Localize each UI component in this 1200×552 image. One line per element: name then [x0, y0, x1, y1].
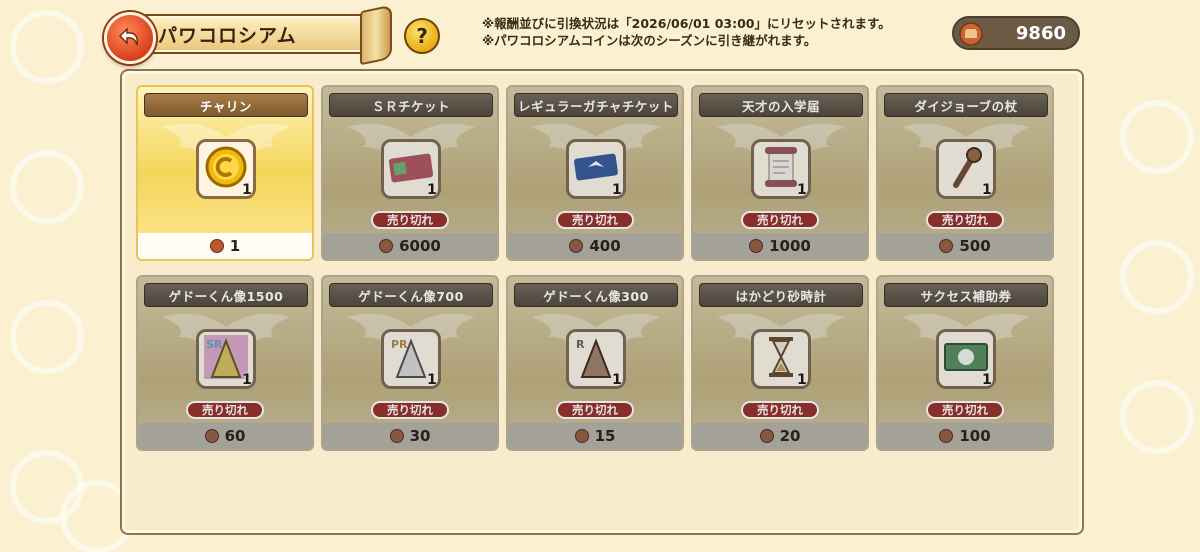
back-arrow-icon — [118, 27, 139, 46]
shop-item-card[interactable]: はかどり砂時計 1 売り切れ 20 — [691, 275, 869, 451]
scroll-icon — [761, 145, 801, 193]
sold-out-badge: 売り切れ — [926, 211, 1004, 229]
item-name: ＳＲチケット — [329, 93, 493, 117]
price-bar: 1000 — [693, 233, 867, 259]
notice-line-1: ※報酬並びに引換状況は「2026/06/01 03:00」にリセットされます。 — [482, 16, 891, 31]
shop-item-card[interactable]: ゲドーくん像300 R 1 売り切れ 15 — [506, 275, 684, 451]
item-name: ゲドーくん像1500 — [144, 283, 308, 307]
svg-text:SR: SR — [206, 338, 223, 351]
shop-item-card[interactable]: ゲドーくん像700 PR 1 売り切れ 30 — [321, 275, 499, 451]
sold-out-badge: 売り切れ — [371, 401, 449, 419]
sold-out-badge: 売り切れ — [741, 401, 819, 419]
item-price: 30 — [409, 427, 431, 445]
sold-out-badge: 売り切れ — [556, 401, 634, 419]
svg-text:R: R — [576, 338, 585, 351]
shop-item-card[interactable]: ゲドーくん像1500 SR 1 売り切れ 60 — [136, 275, 314, 451]
item-price: 100 — [959, 427, 991, 445]
title-banner: パワコロシアム — [138, 14, 370, 54]
help-button[interactable]: ? — [404, 18, 440, 54]
gacha-ticket-icon — [573, 152, 619, 186]
notice-line-2: ※パワコロシアムコインは次のシーズンに引き継がれます。 — [482, 33, 817, 48]
item-quantity: 1 — [242, 182, 252, 198]
item-name: チャリン — [144, 93, 308, 117]
colosseum-coin-icon — [939, 429, 954, 443]
coin-balance: 9860 — [952, 16, 1080, 50]
item-quantity: 1 — [612, 372, 622, 388]
item-name: はかどり砂時計 — [699, 283, 863, 307]
sold-out-badge: 売り切れ — [186, 401, 264, 419]
item-price: 15 — [594, 427, 616, 445]
colosseum-coin-icon — [209, 239, 224, 253]
item-name: レギュラーガチャチケット — [514, 93, 678, 117]
shop-item-card[interactable]: レギュラーガチャチケット 1 売り切れ 400 — [506, 85, 684, 261]
colosseum-coin-icon — [959, 22, 983, 46]
shop-item-card[interactable]: サクセス補助券 1 売り切れ 100 — [876, 275, 1054, 451]
sold-out-badge: 売り切れ — [926, 401, 1004, 419]
shop-item-card[interactable]: ＳＲチケット 1 売り切れ 6000 — [321, 85, 499, 261]
colosseum-coin-icon — [939, 239, 954, 253]
shop-item-card[interactable]: 天才の入学届 1 売り切れ 1000 — [691, 85, 869, 261]
sold-out-badge: 売り切れ — [741, 211, 819, 229]
reset-notice: ※報酬並びに引換状況は「2026/06/01 03:00」にリセットされます。 … — [482, 15, 891, 49]
price-bar: 30 — [323, 423, 497, 449]
colosseum-coin-icon — [574, 429, 589, 443]
back-button[interactable] — [104, 12, 156, 64]
colosseum-coin-icon — [379, 239, 394, 253]
item-name: ゲドーくん像700 — [329, 283, 493, 307]
page-title: パワコロシアム — [158, 24, 297, 47]
item-name: 天才の入学届 — [699, 93, 863, 117]
colosseum-coin-icon — [204, 429, 219, 443]
colosseum-coin-icon — [749, 239, 764, 253]
price-bar: 100 — [878, 423, 1052, 449]
item-quantity: 1 — [242, 372, 252, 388]
price-bar: 15 — [508, 423, 682, 449]
colosseum-coin-icon — [389, 429, 404, 443]
hourglass-icon — [763, 335, 799, 383]
item-name: サクセス補助券 — [884, 283, 1048, 307]
colosseum-coin-icon — [569, 239, 584, 253]
item-price: 400 — [589, 237, 621, 255]
item-name: ダイジョーブの杖 — [884, 93, 1048, 117]
item-quantity: 1 — [427, 372, 437, 388]
item-price: 20 — [779, 427, 801, 445]
item-price: 500 — [959, 237, 991, 255]
shop-panel: チャリン 1 1 ＳＲチケット 1 売り切れ 6000 レギュラーガチャチケット 1 売り切れ 40… — [120, 69, 1084, 535]
item-quantity: 1 — [427, 182, 437, 198]
item-price: 60 — [224, 427, 246, 445]
shop-item-card[interactable]: ダイジョーブの杖 1 売り切れ 500 — [876, 85, 1054, 261]
price-bar: 60 — [138, 423, 312, 449]
item-quantity: 1 — [797, 372, 807, 388]
svg-text:PR: PR — [391, 338, 408, 351]
coin-balance-value: 9860 — [1015, 22, 1066, 44]
item-price: 6000 — [399, 237, 441, 255]
price-bar: 400 — [508, 233, 682, 259]
price-bar: 20 — [693, 423, 867, 449]
colosseum-coin-icon — [759, 429, 774, 443]
sold-out-badge: 売り切れ — [371, 211, 449, 229]
price-bar: 6000 — [323, 233, 497, 259]
item-quantity: 1 — [612, 182, 622, 198]
item-price: 1000 — [769, 237, 811, 255]
help-label: ? — [416, 24, 428, 48]
item-quantity: 1 — [797, 182, 807, 198]
shop-item-card[interactable]: チャリン 1 1 — [136, 85, 314, 261]
scroll-decoration — [360, 4, 392, 66]
item-quantity: 1 — [982, 372, 992, 388]
price-bar: 1 — [138, 233, 312, 259]
item-price: 1 — [229, 237, 241, 255]
sold-out-badge: 売り切れ — [556, 211, 634, 229]
staff-icon — [946, 145, 986, 193]
item-quantity: 1 — [982, 182, 992, 198]
item-name: ゲドーくん像300 — [514, 283, 678, 307]
price-bar: 500 — [878, 233, 1052, 259]
